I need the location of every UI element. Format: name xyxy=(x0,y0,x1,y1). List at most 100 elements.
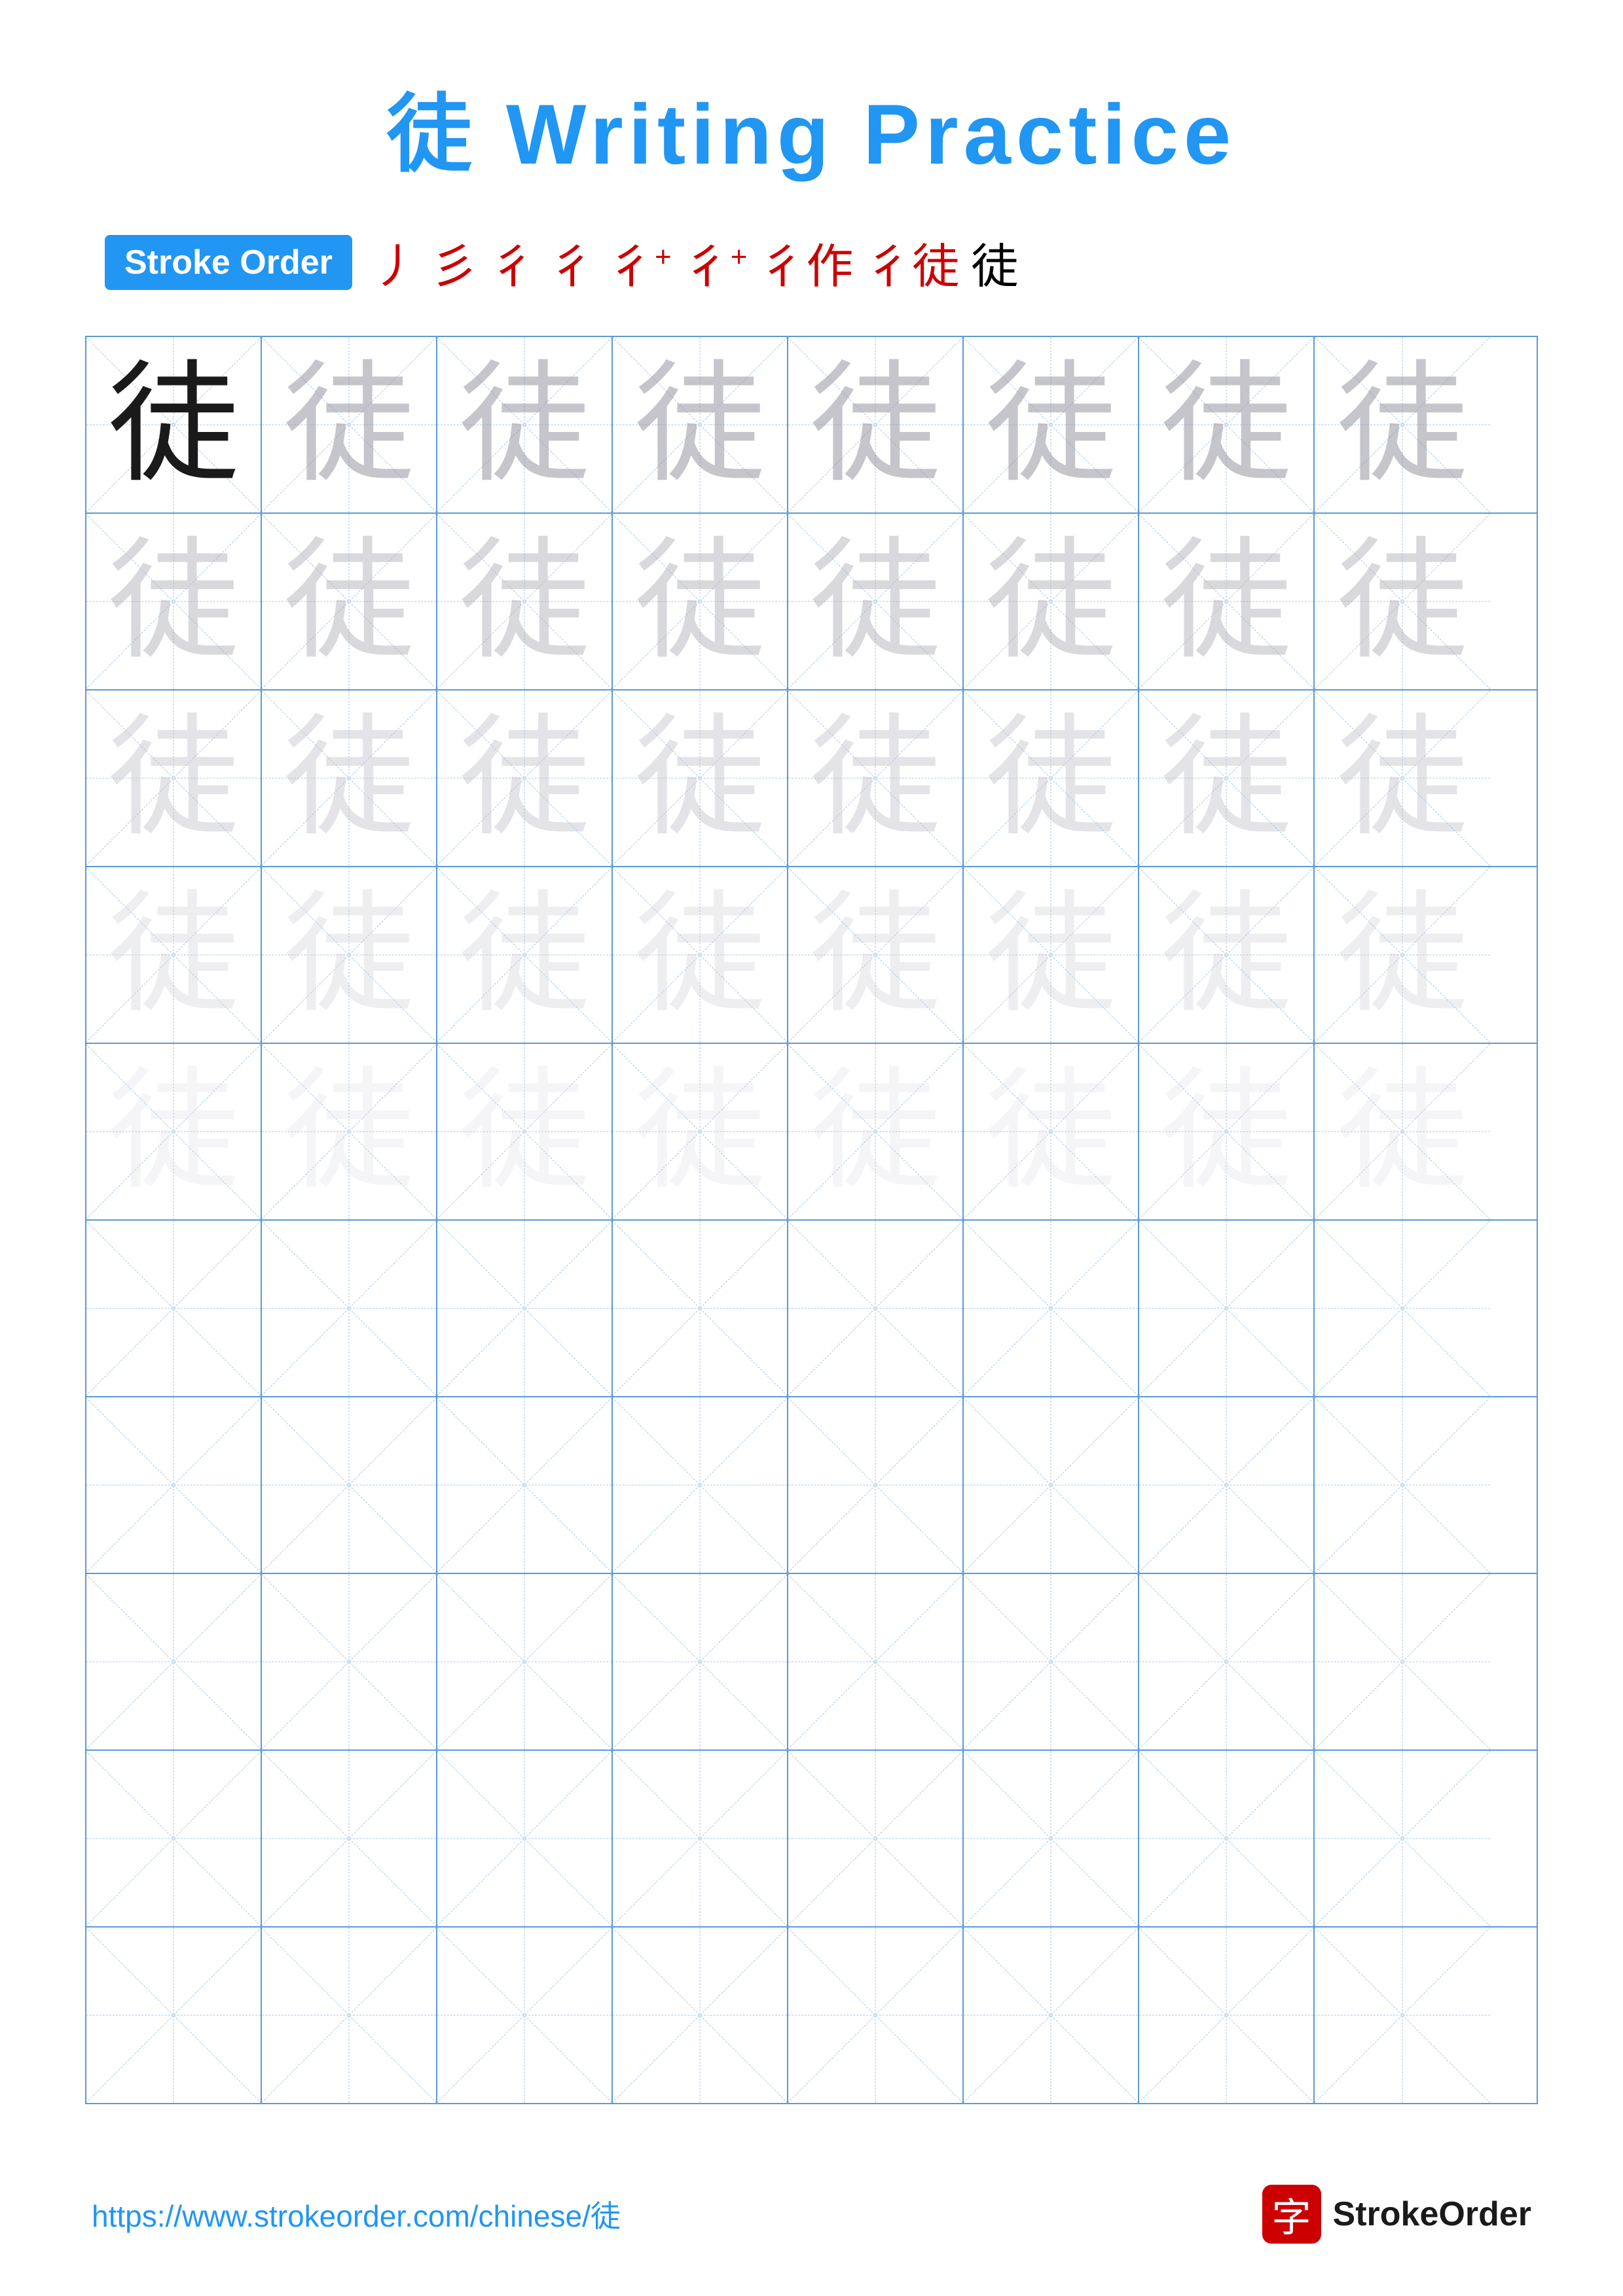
grid-cell[interactable]: 徒 xyxy=(1315,514,1490,689)
grid-cell[interactable] xyxy=(86,1574,262,1749)
stroke-order-badge: Stroke Order xyxy=(105,235,352,290)
grid-row: 徒 徒 徒 徒 徒 徒 徒 徒 xyxy=(86,337,1537,514)
grid-cell[interactable]: 徒 xyxy=(437,337,613,512)
grid-cell[interactable]: 徒 xyxy=(613,867,788,1043)
grid-cell[interactable] xyxy=(262,1574,437,1749)
grid-cell[interactable] xyxy=(1315,1221,1490,1396)
grid-cell[interactable]: 徒 xyxy=(1139,337,1315,512)
grid-cell[interactable]: 徒 xyxy=(262,337,437,512)
grid-row xyxy=(86,1928,1537,2103)
grid-cell[interactable]: 徒 xyxy=(788,1044,964,1219)
grid-cell[interactable] xyxy=(1315,1928,1490,2103)
grid-cell[interactable]: 徒 xyxy=(86,337,262,512)
grid-cell[interactable]: 徒 xyxy=(613,337,788,512)
grid-cell[interactable] xyxy=(964,1751,1139,1926)
grid-cell[interactable] xyxy=(437,1221,613,1396)
stroke-order-section: Stroke Order 丿 彡 彳 彳 彳+ 彳+ 彳作 彳徒 徒 xyxy=(0,188,1623,323)
grid-cell[interactable]: 徒 xyxy=(86,867,262,1043)
footer-url-link[interactable]: https://www.strokeorder.com/chinese/徒 xyxy=(92,2193,621,2236)
grid-cell[interactable]: 徒 xyxy=(437,514,613,689)
grid-cell[interactable] xyxy=(1139,1221,1315,1396)
grid-cell[interactable]: 徒 xyxy=(613,1044,788,1219)
grid-cell[interactable] xyxy=(437,1751,613,1926)
grid-cell[interactable]: 徒 xyxy=(964,514,1139,689)
grid-cell[interactable] xyxy=(86,1397,262,1573)
grid-cell[interactable]: 徒 xyxy=(1139,514,1315,689)
grid-cell[interactable]: 徒 xyxy=(1315,691,1490,866)
grid-cell[interactable]: 徒 xyxy=(437,867,613,1043)
grid-cell[interactable] xyxy=(86,1751,262,1926)
grid-cell[interactable] xyxy=(613,1928,788,2103)
grid-cell[interactable] xyxy=(437,1574,613,1749)
grid-cell[interactable]: 徒 xyxy=(1139,867,1315,1043)
grid-row: 徒 徒 徒 徒 徒 徒 徒 徒 xyxy=(86,691,1537,867)
grid-cell[interactable]: 徒 xyxy=(964,867,1139,1043)
grid-cell[interactable]: 徒 xyxy=(1315,337,1490,512)
grid-cell[interactable] xyxy=(86,1928,262,2103)
grid-cell[interactable] xyxy=(86,1221,262,1396)
grid-cell[interactable] xyxy=(613,1751,788,1926)
grid-cell[interactable] xyxy=(437,1397,613,1573)
grid-cell[interactable] xyxy=(964,1928,1139,2103)
page-title: 徒 Writing Practice xyxy=(0,0,1623,188)
strokeorder-icon: 字 xyxy=(1262,2185,1321,2244)
grid-row xyxy=(86,1221,1537,1397)
grid-cell[interactable] xyxy=(613,1397,788,1573)
grid-cell[interactable]: 徒 xyxy=(964,691,1139,866)
grid-cell[interactable] xyxy=(437,1928,613,2103)
grid-cell[interactable]: 徒 xyxy=(788,867,964,1043)
grid-cell[interactable]: 徒 xyxy=(1139,1044,1315,1219)
grid-cell[interactable]: 徒 xyxy=(86,1044,262,1219)
grid-cell[interactable]: 徒 xyxy=(437,1044,613,1219)
grid-cell[interactable] xyxy=(788,1397,964,1573)
grid-cell[interactable]: 徒 xyxy=(1315,1044,1490,1219)
grid-cell[interactable]: 徒 xyxy=(788,691,964,866)
grid-row xyxy=(86,1574,1537,1751)
grid-cell[interactable] xyxy=(964,1574,1139,1749)
grid-cell[interactable] xyxy=(788,1928,964,2103)
stroke-sequence: 丿 彡 彳 彳 彳+ 彳+ 彳作 彳徒 徒 xyxy=(372,228,1019,296)
grid-cell[interactable] xyxy=(1139,1397,1315,1573)
grid-row: 徒 徒 徒 徒 徒 徒 徒 徒 xyxy=(86,1044,1537,1221)
grid-cell[interactable] xyxy=(262,1928,437,2103)
grid-cell[interactable] xyxy=(964,1397,1139,1573)
grid-cell[interactable] xyxy=(1315,1397,1490,1573)
grid-cell[interactable] xyxy=(964,1221,1139,1396)
footer: https://www.strokeorder.com/chinese/徒 字 … xyxy=(0,2185,1623,2244)
grid-cell[interactable]: 徒 xyxy=(788,514,964,689)
grid-row xyxy=(86,1397,1537,1574)
grid-cell[interactable] xyxy=(262,1751,437,1926)
grid-cell[interactable]: 徒 xyxy=(86,691,262,866)
grid-cell[interactable] xyxy=(788,1574,964,1749)
grid-cell[interactable] xyxy=(1315,1751,1490,1926)
grid-cell[interactable] xyxy=(788,1751,964,1926)
grid-cell[interactable] xyxy=(1139,1574,1315,1749)
grid-cell[interactable] xyxy=(262,1221,437,1396)
grid-cell[interactable]: 徒 xyxy=(788,337,964,512)
footer-logo: 字 StrokeOrder xyxy=(1262,2185,1531,2244)
grid-cell[interactable] xyxy=(613,1574,788,1749)
grid-cell[interactable]: 徒 xyxy=(1315,867,1490,1043)
footer-brand-name: StrokeOrder xyxy=(1333,2195,1531,2234)
grid-cell[interactable] xyxy=(262,1397,437,1573)
grid-row: 徒 徒 徒 徒 徒 徒 徒 徒 xyxy=(86,514,1537,691)
grid-cell[interactable]: 徒 xyxy=(262,514,437,689)
grid-cell[interactable]: 徒 xyxy=(964,1044,1139,1219)
grid-cell[interactable]: 徒 xyxy=(613,514,788,689)
grid-cell[interactable]: 徒 xyxy=(1139,691,1315,866)
grid-cell[interactable] xyxy=(613,1221,788,1396)
grid-cell[interactable] xyxy=(1139,1928,1315,2103)
grid-cell[interactable]: 徒 xyxy=(86,514,262,689)
grid-cell[interactable]: 徒 xyxy=(964,337,1139,512)
grid-row xyxy=(86,1751,1537,1928)
grid-cell[interactable]: 徒 xyxy=(262,691,437,866)
grid-cell[interactable] xyxy=(788,1221,964,1396)
grid-cell[interactable] xyxy=(1139,1751,1315,1926)
grid-row: 徒 徒 徒 徒 徒 徒 徒 徒 xyxy=(86,867,1537,1044)
grid-cell[interactable] xyxy=(1315,1574,1490,1749)
grid-cell[interactable]: 徒 xyxy=(613,691,788,866)
grid-cell[interactable]: 徒 xyxy=(262,867,437,1043)
practice-grid: 徒 徒 徒 徒 徒 徒 徒 徒 xyxy=(85,336,1538,2104)
grid-cell[interactable]: 徒 xyxy=(437,691,613,866)
grid-cell[interactable]: 徒 xyxy=(262,1044,437,1219)
